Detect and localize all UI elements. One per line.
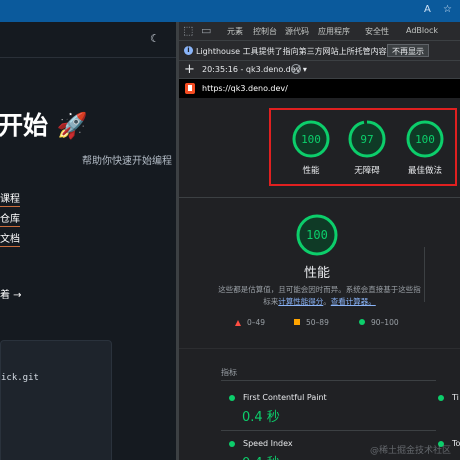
metric-right-1-name: Ti [452, 393, 459, 402]
score-description-line2: 标来计算性能得分。查看计算器。 [179, 296, 460, 307]
pass-circle-icon [359, 319, 365, 325]
info-bar: i Lighthouse 工具提供了指向第三方网站上所托管内容的链接。 不再显示 [179, 41, 460, 61]
gauge-performance-value: 100 [301, 133, 321, 146]
metrics-top-divider [179, 348, 460, 349]
metrics-heading: 指标 [221, 368, 237, 377]
watermark: @稀土掘金技术社区 [370, 446, 452, 456]
reader-mode-icon[interactable]: A [424, 4, 431, 15]
gauge-best-practices-label: 最佳做法 [407, 166, 442, 176]
new-report-plus-icon[interactable]: + [184, 62, 195, 77]
tab-security[interactable]: 安全性 [365, 26, 389, 37]
tab-console[interactable]: 控制台 [253, 26, 277, 37]
legend-pass: 90–100 [359, 318, 399, 327]
description-prefix: 标来 [263, 297, 279, 306]
devtools-tabbar: ⬚ ▭ 元素 控制台 源代码 应用程序 安全性 AdBlock [179, 22, 460, 41]
gauge-accessibility-label: 无障碍 [354, 166, 380, 176]
legend-average: 50–89 [294, 318, 329, 327]
metric-right-2-name: To [452, 439, 460, 448]
average-square-icon [294, 319, 300, 325]
report-url[interactable]: https://qk3.deno.dev/ [202, 84, 288, 93]
gauge-best-practices[interactable]: 100 [405, 119, 445, 159]
pass-circle-icon [229, 441, 235, 447]
lighthouse-logo-icon [185, 83, 195, 94]
metrics-divider [221, 380, 436, 381]
info-message: Lighthouse 工具提供了指向第三方网站上所托管内容的链接。 [196, 47, 419, 56]
legend-pass-range: 90–100 [371, 318, 399, 327]
legend-average-range: 50–89 [306, 318, 329, 327]
description-mid: 。 [323, 297, 331, 306]
main-performance-value: 100 [306, 228, 328, 242]
pass-circle-icon [229, 395, 235, 401]
hero-title: 开始 🚀 [0, 111, 88, 140]
clear-reports-icon[interactable] [291, 64, 301, 74]
gauge-performance-label: 性能 [302, 166, 320, 176]
code-block: ick.git [0, 340, 112, 460]
browser-toolbar: A ☆ [0, 0, 460, 22]
gauge-best-practices-value: 100 [415, 133, 435, 146]
tab-elements[interactable]: 元素 [227, 26, 243, 37]
dont-show-again-button[interactable]: 不再显示 [387, 44, 429, 57]
page-header-divider [0, 57, 176, 58]
main-performance-gauge: 100 [296, 214, 338, 256]
gauge-accessibility-value: 97 [360, 133, 373, 146]
calc-score-link[interactable]: 计算性能得分 [278, 297, 323, 306]
score-summary: 100 性能 97 无障碍 100 最佳做法 [179, 98, 460, 198]
section-divider [424, 247, 425, 302]
gauge-performance[interactable]: 100 [291, 119, 331, 159]
view-calculator-link[interactable]: 查看计算器。 [331, 297, 376, 306]
fail-triangle-icon [235, 320, 241, 326]
metrics-divider [221, 430, 436, 431]
favorite-star-icon[interactable]: ☆ [443, 4, 452, 15]
webpage-viewport: ☾ 开始 🚀 帮助你快速开始编程 课程 仓库 文档 着 → ick.git [0, 22, 176, 460]
tab-application[interactable]: 应用程序 [318, 26, 350, 37]
moon-icon[interactable]: ☾ [150, 32, 160, 45]
metric-speed-index-name: Speed Index [243, 439, 293, 448]
score-description-line1: 这些都是估算值，且可能会因时而异。系统会直接基于这些指 [218, 285, 421, 294]
inspect-element-icon[interactable]: ⬚ [183, 24, 193, 37]
report-url-bar: https://qk3.deno.dev/ [179, 79, 460, 98]
main-performance-label: 性能 [303, 266, 330, 281]
highlight-box: 100 性能 97 无障碍 100 最佳做法 [269, 108, 457, 186]
metric-fcp-name: First Contentful Paint [243, 393, 327, 402]
tab-sources[interactable]: 源代码 [285, 26, 309, 37]
legend-fail-range: 0–49 [247, 318, 266, 327]
metric-fcp-value: 0.4 秒 [242, 410, 280, 425]
hero-subtitle: 帮助你快速开始编程 [82, 156, 172, 167]
devtools-panel: ⬚ ▭ 元素 控制台 源代码 应用程序 安全性 AdBlock i Lighth… [179, 22, 460, 460]
link-courses[interactable]: 课程 [0, 194, 20, 207]
link-docs[interactable]: 文档 [0, 234, 20, 247]
link-repository[interactable]: 仓库 [0, 214, 20, 227]
pass-circle-icon [438, 395, 444, 401]
code-text: ick.git [1, 373, 39, 383]
lighthouse-toolbar: + 20:35:16 - qk3.deno.dev ▾ [179, 61, 460, 79]
tab-adblock[interactable]: AdBlock [406, 26, 438, 35]
metric-speed-index-value: 0.4 秒 [242, 452, 280, 460]
more-link[interactable]: 着 → [0, 286, 22, 301]
gauge-accessibility[interactable]: 97 [347, 119, 387, 159]
info-icon: i [184, 46, 193, 55]
device-toolbar-icon[interactable]: ▭ [201, 24, 211, 37]
legend-fail: 0–49 [235, 318, 265, 327]
